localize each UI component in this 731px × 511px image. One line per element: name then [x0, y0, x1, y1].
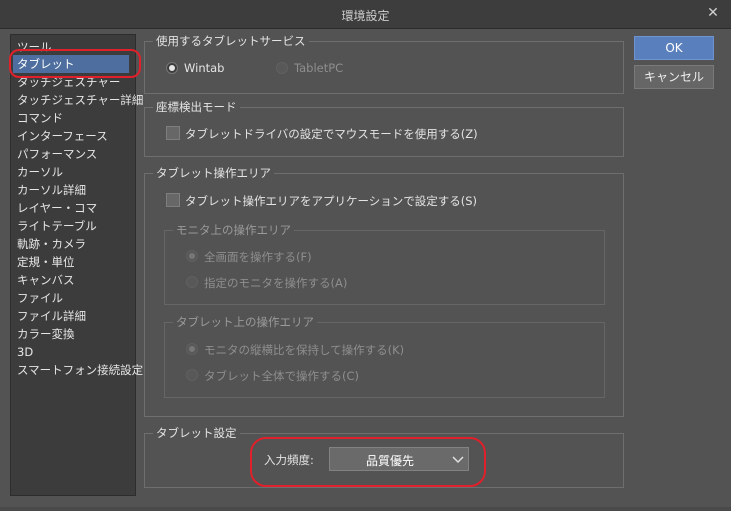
sidebar-item-file-detail[interactable]: ファイル詳細 [17, 307, 86, 325]
sidebar-item-layer-frame[interactable]: レイヤー・コマ [17, 199, 97, 217]
operation-area-group: タブレット操作エリア タブレット操作エリアをアプリケーションで設定する(S) モ… [144, 165, 624, 417]
sidebar-item-light-table[interactable]: ライトテーブル [17, 217, 97, 235]
sidebar-item-tablet[interactable]: タブレット [13, 55, 129, 73]
keep-aspect-radio[interactable] [186, 343, 198, 355]
wintab-radio[interactable] [166, 62, 178, 74]
specific-monitor-radio[interactable] [186, 276, 198, 288]
cancel-button[interactable]: キャンセル [634, 65, 714, 89]
window-bottom-edge [0, 507, 731, 511]
sidebar-item-touch-gesture-detail[interactable]: タッチジェスチャー詳細 [17, 91, 143, 109]
ok-button[interactable]: OK [634, 36, 714, 60]
sidebar-item-command[interactable]: コマンド [17, 109, 63, 127]
whole-tablet-label: タブレット全体で操作する(C) [204, 369, 360, 383]
keep-aspect-label: モニタの縦横比を保持して操作する(K) [204, 343, 405, 357]
sidebar-item-smartphone[interactable]: スマートフォン接続設定 [17, 361, 143, 379]
sidebar-item-performance[interactable]: パフォーマンス [17, 145, 97, 163]
app-area-label: タブレット操作エリアをアプリケーションで設定する(S) [185, 194, 478, 208]
operation-area-legend: タブレット操作エリア [153, 165, 274, 181]
whole-tablet-radio[interactable] [186, 369, 198, 381]
sidebar-item-color-conversion[interactable]: カラー変換 [17, 325, 75, 343]
tablet-service-group: 使用するタブレットサービス Wintab TabletPC [144, 33, 624, 94]
close-icon[interactable]: ✕ [705, 5, 721, 21]
sidebar-item-cursor-detail[interactable]: カーソル詳細 [17, 181, 86, 199]
sidebar-item-trail-camera[interactable]: 軌跡・カメラ [17, 235, 86, 253]
mouse-mode-checkbox[interactable] [166, 126, 180, 140]
sidebar-item-interface[interactable]: インターフェース [17, 127, 108, 145]
full-screen-radio[interactable] [186, 250, 198, 262]
input-frequency-value: 品質優先 [365, 454, 414, 468]
settings-category-list[interactable]: ツール タブレット タッチジェスチャー タッチジェスチャー詳細 コマンド インタ… [10, 34, 143, 496]
sidebar-item-cursor[interactable]: カーソル [17, 163, 63, 181]
coordinate-mode-legend: 座標検出モード [153, 99, 240, 115]
title-bar: 環境設定 ✕ [0, 0, 731, 29]
mouse-mode-label: タブレットドライバの設定でマウスモードを使用する(Z) [185, 127, 478, 141]
tablet-area-legend: タブレット上の操作エリア [173, 314, 317, 330]
sidebar-item-touch-gesture[interactable]: タッチジェスチャー [17, 73, 120, 91]
monitor-area-group: モニタ上の操作エリア 全画面を操作する(F) 指定のモニタを操作する(A) [164, 222, 605, 305]
app-area-checkbox[interactable] [166, 193, 180, 207]
coordinate-mode-group: 座標検出モード タブレットドライバの設定でマウスモードを使用する(Z) [144, 99, 624, 157]
window-title: 環境設定 [341, 9, 390, 23]
sidebar-item-canvas[interactable]: キャンバス [17, 271, 75, 289]
sidebar-item-tool[interactable]: ツール [17, 38, 52, 56]
specific-monitor-label: 指定のモニタを操作する(A) [204, 276, 348, 290]
wintab-label: Wintab [184, 61, 225, 75]
tablet-settings-legend: タブレット設定 [153, 425, 240, 441]
sidebar-item-file[interactable]: ファイル [17, 289, 63, 307]
sidebar-item-ruler-unit[interactable]: 定規・単位 [17, 253, 75, 271]
tabletpc-label: TabletPC [294, 61, 344, 75]
input-frequency-select[interactable]: 品質優先 [329, 447, 469, 471]
monitor-area-legend: モニタ上の操作エリア [173, 222, 294, 238]
tablet-area-group: タブレット上の操作エリア モニタの縦横比を保持して操作する(K) タブレット全体… [164, 314, 605, 398]
sidebar-item-3d[interactable]: 3D [17, 343, 33, 361]
input-frequency-label: 入力頻度: [264, 453, 314, 467]
chevron-down-icon [452, 456, 464, 464]
tabletpc-radio[interactable] [276, 62, 288, 74]
tablet-service-legend: 使用するタブレットサービス [153, 33, 309, 49]
full-screen-label: 全画面を操作する(F) [204, 250, 312, 264]
